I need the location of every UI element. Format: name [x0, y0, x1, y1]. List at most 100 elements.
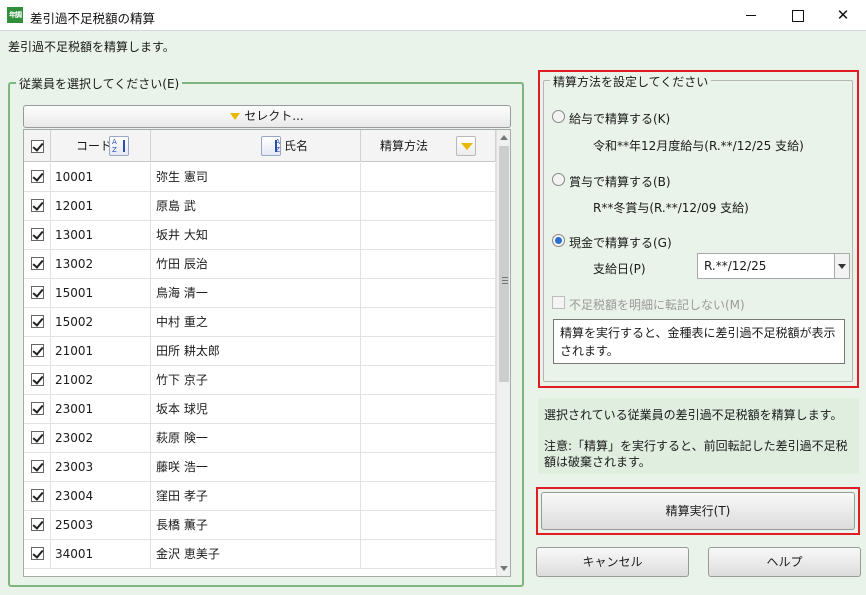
row-method[interactable] [361, 453, 496, 482]
row-code: 21002 [51, 366, 151, 395]
row-checkbox[interactable] [31, 489, 44, 502]
select-all-checkbox[interactable] [31, 140, 44, 153]
row-checkbox[interactable] [31, 460, 44, 473]
row-checkbox[interactable] [31, 315, 44, 328]
row-name: 坂本 球児 [151, 395, 361, 424]
radio-salary-label[interactable]: 給与で精算する(K) [569, 110, 670, 127]
row-checkbox[interactable] [31, 373, 44, 386]
select-button[interactable]: セレクト... [23, 105, 511, 128]
table-row[interactable]: 23002 萩原 険一 [24, 424, 496, 453]
chevron-down-icon[interactable] [834, 254, 849, 278]
title-bar: 年調 差引過不足税額の精算 ✕ [0, 0, 866, 31]
bonus-detail: R**冬賞与(R.**/12/09 支給) [593, 201, 749, 215]
header-name-label: 氏名 [283, 139, 308, 153]
row-checkbox[interactable] [31, 402, 44, 415]
table-row[interactable]: 15002 中村 重之 [24, 308, 496, 337]
row-name: 金沢 恵美子 [151, 540, 361, 569]
table-row[interactable]: 15001 鳥海 清一 [24, 279, 496, 308]
employee-group-legend: 従業員を選択してください(E) [16, 75, 183, 92]
run-button[interactable]: 精算実行(T) [541, 492, 855, 530]
row-checkbox[interactable] [31, 431, 44, 444]
row-name: 原島 武 [151, 192, 361, 221]
row-method[interactable] [361, 279, 496, 308]
row-checkbox[interactable] [31, 170, 44, 183]
radio-cash-label[interactable]: 現金で精算する(G) [569, 234, 672, 251]
table-row[interactable]: 21001 田所 耕太郎 [24, 337, 496, 366]
scroll-thumb[interactable] [499, 146, 509, 382]
row-check-cell [24, 308, 51, 337]
row-code: 13002 [51, 250, 151, 279]
row-method[interactable] [361, 163, 496, 192]
close-button[interactable]: ✕ [820, 0, 866, 31]
row-checkbox[interactable] [31, 228, 44, 241]
row-method[interactable] [361, 395, 496, 424]
help-button[interactable]: ヘルプ [708, 547, 861, 577]
row-checkbox[interactable] [31, 547, 44, 560]
row-code: 10001 [51, 163, 151, 192]
row-check-cell [24, 221, 51, 250]
table-row[interactable]: 34001 金沢 恵美子 [24, 540, 496, 569]
employee-grid: コード AZ 氏名 AZ 精算方法 10001 弥生 憲司 12001 原島 武 130… [23, 129, 511, 577]
row-name: 竹下 京子 [151, 366, 361, 395]
pay-date-combo[interactable]: R.**/12/25 [697, 253, 850, 279]
dialog-description: 差引過不足税額を精算します。 [8, 40, 175, 54]
radio-salary[interactable] [552, 110, 565, 123]
table-row[interactable]: 23001 坂本 球児 [24, 395, 496, 424]
row-method[interactable] [361, 221, 496, 250]
maximize-button[interactable] [774, 0, 820, 31]
row-check-cell [24, 279, 51, 308]
filter-triangle-icon [230, 113, 241, 120]
table-row[interactable]: 10001 弥生 憲司 [24, 163, 496, 192]
row-checkbox[interactable] [31, 518, 44, 531]
row-checkbox[interactable] [31, 286, 44, 299]
grid-scrollbar[interactable] [496, 130, 510, 576]
row-code: 12001 [51, 192, 151, 221]
row-checkbox[interactable] [31, 344, 44, 357]
row-name: 鳥海 清一 [151, 279, 361, 308]
row-name: 窪田 孝子 [151, 482, 361, 511]
row-method[interactable] [361, 540, 496, 569]
table-row[interactable]: 23003 藤咲 浩一 [24, 453, 496, 482]
header-code[interactable]: コード AZ [51, 130, 151, 162]
row-method[interactable] [361, 482, 496, 511]
row-check-cell [24, 163, 51, 192]
header-name[interactable]: 氏名 AZ [151, 130, 361, 162]
row-checkbox[interactable] [31, 257, 44, 270]
sort-icon[interactable]: AZ [261, 136, 281, 156]
row-method[interactable] [361, 424, 496, 453]
row-method[interactable] [361, 192, 496, 221]
sort-icon[interactable]: AZ [109, 136, 129, 156]
row-check-cell [24, 192, 51, 221]
header-method[interactable]: 精算方法 [361, 130, 496, 162]
scroll-down-icon[interactable] [500, 566, 508, 571]
table-row[interactable]: 21002 竹下 京子 [24, 366, 496, 395]
row-method[interactable] [361, 308, 496, 337]
table-row[interactable]: 25003 長橋 薫子 [24, 511, 496, 540]
row-code: 13001 [51, 221, 151, 250]
table-row[interactable]: 12001 原島 武 [24, 192, 496, 221]
cancel-button[interactable]: キャンセル [536, 547, 689, 577]
row-name: 中村 重之 [151, 308, 361, 337]
table-row[interactable]: 13002 竹田 辰治 [24, 250, 496, 279]
filter-icon[interactable] [456, 136, 476, 156]
minimize-button[interactable] [728, 0, 774, 31]
radio-cash[interactable] [552, 234, 565, 247]
row-check-cell [24, 366, 51, 395]
radio-bonus[interactable] [552, 173, 565, 186]
table-row[interactable]: 13001 坂井 大知 [24, 221, 496, 250]
row-method[interactable] [361, 337, 496, 366]
row-checkbox[interactable] [31, 199, 44, 212]
row-method[interactable] [361, 511, 496, 540]
row-name: 坂井 大知 [151, 221, 361, 250]
row-name: 萩原 険一 [151, 424, 361, 453]
pay-date-value: R.**/12/25 [704, 259, 767, 273]
row-check-cell [24, 482, 51, 511]
radio-bonus-label[interactable]: 賞与で精算する(B) [569, 173, 671, 190]
pay-date-label: 支給日(P) [593, 262, 646, 276]
row-method[interactable] [361, 366, 496, 395]
table-row[interactable]: 23004 窪田 孝子 [24, 482, 496, 511]
no-transfer-checkbox[interactable] [552, 296, 565, 309]
row-method[interactable] [361, 250, 496, 279]
scroll-up-icon[interactable] [500, 135, 508, 140]
row-check-cell [24, 337, 51, 366]
